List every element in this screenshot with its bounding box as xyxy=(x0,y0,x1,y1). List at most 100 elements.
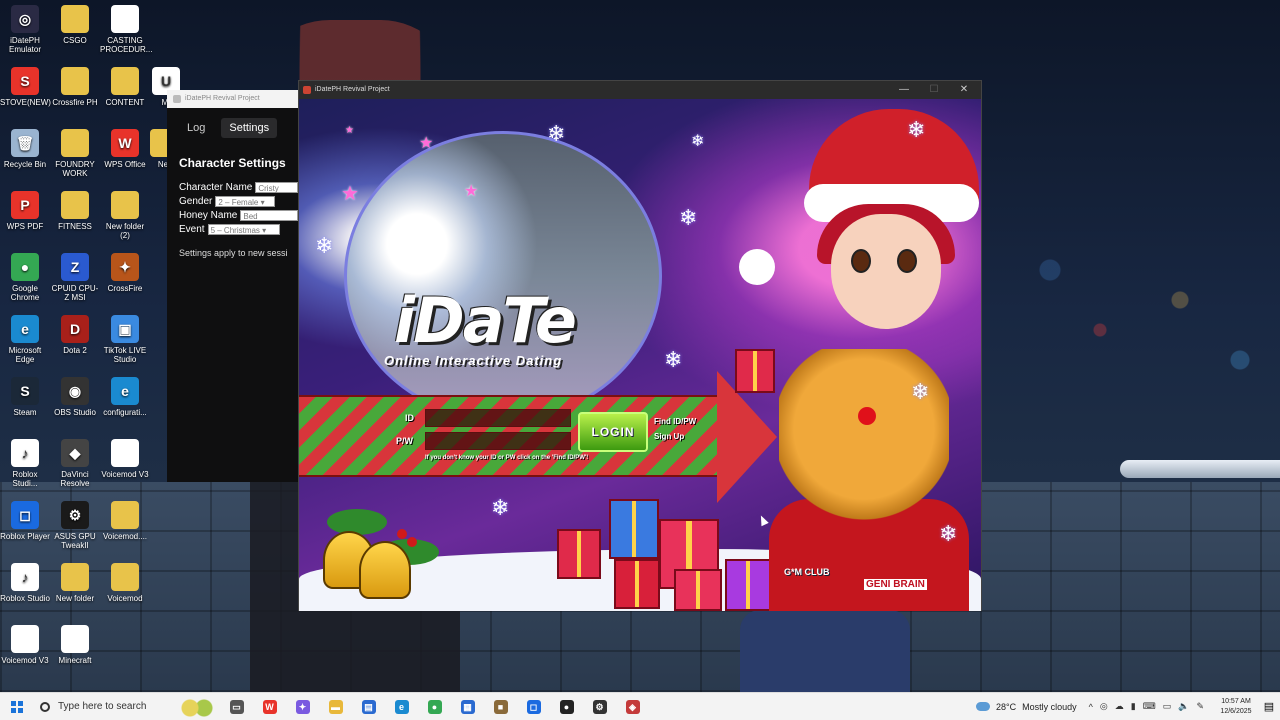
taskbar-button[interactable]: ▭ xyxy=(220,693,253,720)
game-titlebar[interactable]: iDatePH Revival Project — ☐ ✕ xyxy=(299,81,981,99)
character-name-input[interactable]: Cristy xyxy=(255,181,298,193)
maximize-button[interactable]: ☐ xyxy=(919,81,949,99)
desktop-icon[interactable]: S STOVE(NEW) xyxy=(0,67,51,107)
desktop-icon[interactable]: ♪ Roblox Studio xyxy=(0,563,50,603)
honey-name-input[interactable]: Bed xyxy=(240,209,298,221)
desktop-icon[interactable]: FITNESS xyxy=(50,191,100,231)
tray-app-icon[interactable]: ◎ xyxy=(1100,701,1108,712)
desktop-icon[interactable]: W WPS Office xyxy=(100,129,150,169)
desktop-icon-label: iDatePH Emulator xyxy=(8,36,41,54)
desktop-icon[interactable]: CONTENT xyxy=(100,67,150,107)
desktop-icon[interactable]: e Microsoft Edge xyxy=(0,315,50,364)
event-row: Event 5 – Christmas ▾ xyxy=(179,222,298,236)
character-face xyxy=(831,214,941,329)
desktop-icon[interactable]: e configurati... xyxy=(100,377,150,417)
roblox-taskbar-icon: ◻ xyxy=(526,699,541,714)
gender-select[interactable]: 2 – Female ▾ xyxy=(215,195,276,207)
content-folder-icon xyxy=(111,67,139,95)
taskbar-button[interactable]: ⚙ xyxy=(583,693,616,720)
settings-titlebar[interactable]: iDatePH Revival Project xyxy=(167,90,298,108)
desktop-icon[interactable]: D Dota 2 xyxy=(50,315,100,355)
desktop-icon[interactable]: Voicemod xyxy=(100,563,150,603)
keyboard-icon[interactable]: ⌨ xyxy=(1143,701,1156,712)
taskbar-button[interactable]: ✦ xyxy=(286,693,319,720)
desktop-icon[interactable]: Voicemod V3 xyxy=(0,625,50,665)
gift-box-icon xyxy=(674,569,722,611)
taskbar-button[interactable]: ● xyxy=(550,693,583,720)
notifications-icon[interactable]: ▤ xyxy=(1258,700,1280,713)
game-window: iDatePH Revival Project — ☐ ✕ ★ ★ ★ ★ iD… xyxy=(298,80,982,611)
desktop-icon[interactable]: P WPS PDF xyxy=(0,191,50,231)
app-taskbar-icon: ● xyxy=(559,699,574,714)
desktop-icon[interactable]: Crossfire PH xyxy=(50,67,100,107)
character-name-label: Character Name xyxy=(179,181,253,193)
password-input[interactable] xyxy=(425,432,571,450)
taskbar-button[interactable]: ▬ xyxy=(319,693,352,720)
taskbar-search[interactable]: Type here to search xyxy=(34,693,220,720)
gender-select-value: 2 – Female xyxy=(218,197,259,207)
desktop-icon[interactable]: ◉ OBS Studio xyxy=(50,377,100,417)
tab-settings[interactable]: Settings xyxy=(221,118,278,138)
weather-widget[interactable]: 28°C Mostly cloudy xyxy=(976,702,1077,712)
desktop-icon[interactable]: ⚙ ASUS GPU TweakII xyxy=(50,501,100,550)
login-button[interactable]: LOGIN xyxy=(578,412,648,452)
taskbar-button[interactable]: ■ xyxy=(484,693,517,720)
desktop-icon[interactable]: S Steam xyxy=(0,377,50,417)
desktop-icon[interactable]: Voicemod V3 xyxy=(100,439,150,479)
desktop-icon[interactable]: Minecraft xyxy=(50,625,100,665)
chevron-up-icon[interactable]: ^ xyxy=(1089,702,1093,712)
taskbar-button[interactable]: ● xyxy=(418,693,451,720)
find-id-pw-link[interactable]: Find ID/PW xyxy=(654,417,696,426)
taskbar-button[interactable]: ◻ xyxy=(517,693,550,720)
desktop-icon-label: DaVinci Resolve xyxy=(60,470,90,488)
desktop-icon[interactable]: FOUNDRY WORK xyxy=(50,129,100,178)
crossfire-folder-icon xyxy=(61,67,89,95)
desktop-icon[interactable]: ◻ Roblox Player xyxy=(0,501,50,541)
minimize-button[interactable]: — xyxy=(889,81,919,99)
desktop-icon[interactable]: CASTING PROCEDUR... xyxy=(100,5,153,54)
desktop-icon[interactable]: Voicemod.... xyxy=(100,501,150,541)
taskbar-button[interactable]: ▤ xyxy=(352,693,385,720)
desktop-icon-label: CASTING PROCEDUR... xyxy=(100,36,153,54)
event-select[interactable]: 5 – Christmas ▾ xyxy=(207,223,280,235)
id-input[interactable] xyxy=(425,409,571,427)
onedrive-icon[interactable]: ☁ xyxy=(1115,701,1124,712)
settings-tabs: Log Settings xyxy=(167,108,298,138)
voicemod-v3-icon xyxy=(11,625,39,653)
desktop-icon[interactable]: ◆ DaVinci Resolve xyxy=(50,439,100,488)
desktop-icon[interactable]: New folder xyxy=(50,563,100,603)
genibrain-logo: GENI BRAIN xyxy=(864,579,927,590)
taskbar-button[interactable]: ▦ xyxy=(451,693,484,720)
pen-icon[interactable]: ✎ xyxy=(1196,701,1204,712)
taskbar-clock[interactable]: 10:57 AM 12/6/2025 xyxy=(1214,697,1258,717)
desktop-icon[interactable]: CSGO xyxy=(50,5,100,45)
sign-up-link[interactable]: Sign Up xyxy=(654,432,684,441)
close-button[interactable]: ✕ xyxy=(949,81,979,99)
taskbar-button[interactable]: ◈ xyxy=(616,693,649,720)
settings-heading: Character Settings xyxy=(179,156,286,170)
fitness-folder-icon xyxy=(61,191,89,219)
desktop-icon[interactable]: 🗑 Recycle Bin xyxy=(0,129,50,169)
crossfire-icon: ✦ xyxy=(111,253,139,281)
tab-log[interactable]: Log xyxy=(179,118,213,138)
settings-taskbar-icon: ⚙ xyxy=(592,699,607,714)
desktop-icon[interactable]: New folder (2) xyxy=(100,191,150,240)
desktop-icon[interactable]: ● Google Chrome xyxy=(0,253,50,302)
snowflake-icon: ❄ xyxy=(911,379,930,404)
desktop-icon-label: Microsoft Edge xyxy=(8,346,42,364)
desktop-icon-label: FITNESS xyxy=(58,222,92,231)
taskbar-button[interactable]: e xyxy=(385,693,418,720)
search-icon xyxy=(40,701,50,712)
volume-icon[interactable]: 🔈 xyxy=(1178,701,1189,712)
network-icon[interactable]: ▭ xyxy=(1163,701,1172,712)
microphone-icon[interactable]: ▮ xyxy=(1131,701,1136,712)
start-button[interactable] xyxy=(0,693,34,720)
desktop-icon[interactable]: ♪ Roblox Studi... xyxy=(0,439,50,488)
desktop-icon[interactable]: ✦ CrossFire xyxy=(100,253,150,293)
desktop-icon[interactable]: Z CPUID CPU-Z MSI xyxy=(50,253,100,302)
desktop-icon[interactable]: ▣ TikTok LIVE Studio xyxy=(100,315,150,364)
taskbar-button[interactable]: W xyxy=(253,693,286,720)
roblox-studio-2-icon: ♪ xyxy=(11,563,39,591)
desktop-icon[interactable]: ◎ iDatePH Emulator xyxy=(0,5,50,54)
snowflake-icon: ❄ xyxy=(679,205,698,230)
